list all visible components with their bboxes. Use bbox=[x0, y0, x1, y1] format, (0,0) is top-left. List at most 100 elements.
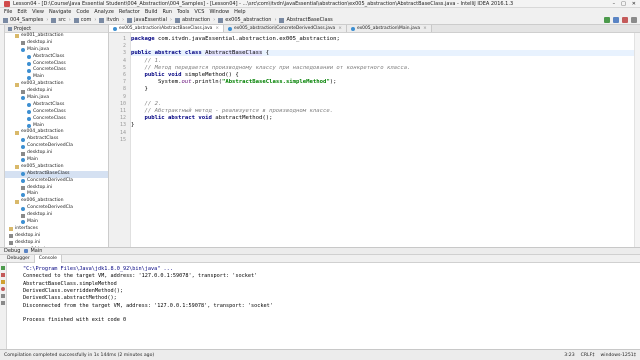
breadcrumb-item[interactable]: abstraction › bbox=[174, 17, 215, 23]
tree-item[interactable]: ConcreteClass bbox=[5, 67, 108, 74]
tree-item[interactable]: desktop.ini bbox=[5, 150, 108, 157]
tree-item[interactable]: ex003_abstraction bbox=[5, 81, 108, 88]
console-tab-console[interactable]: Console bbox=[33, 254, 62, 263]
breadcrumb-item[interactable]: src › bbox=[51, 17, 71, 23]
editor-scrollbar[interactable] bbox=[634, 33, 640, 247]
line-number: 2 bbox=[122, 43, 126, 50]
java-file-icon bbox=[21, 48, 25, 53]
editor-tab[interactable]: ex005_abstraction\ConcreteDerivedClass.j… bbox=[224, 25, 347, 32]
menu-item-edit[interactable]: Edit bbox=[17, 9, 27, 15]
java-file-icon bbox=[21, 96, 25, 101]
tree-item[interactable]: Main.java bbox=[5, 47, 108, 54]
minimize-icon[interactable]: – bbox=[613, 1, 616, 7]
editor-tab[interactable]: ex005_abstraction\Main.java × bbox=[346, 25, 432, 32]
tree-item[interactable]: ConcreteDerivedCla bbox=[5, 205, 108, 212]
window-title: Lesson04 - [D:\Course\Java Essential Stu… bbox=[13, 0, 514, 7]
editor-gutter: 1 2 3 4 5 6 7 8 9 10 11 12 13 14 15 bbox=[109, 33, 131, 247]
tree-item[interactable]: ex001_abstraction bbox=[5, 33, 108, 40]
close-tab-icon[interactable]: × bbox=[215, 26, 219, 31]
search-icon[interactable] bbox=[631, 17, 637, 23]
breadcrumb-item[interactable]: itvdn › bbox=[99, 17, 124, 23]
tree-item[interactable]: ConcreteClass bbox=[5, 116, 108, 123]
breakpoints-icon[interactable] bbox=[1, 287, 5, 291]
resume-icon[interactable] bbox=[1, 266, 5, 270]
debug-tab-label[interactable]: Debug bbox=[4, 248, 20, 254]
tree-item[interactable]: ConcreteClass bbox=[5, 109, 108, 116]
editor-tab[interactable]: ex005_abstraction\AbstractBaseClass.java… bbox=[109, 25, 225, 32]
run-icon[interactable] bbox=[604, 17, 610, 23]
menu-item-window[interactable]: Window bbox=[209, 9, 229, 15]
debug-config-label[interactable]: Main bbox=[30, 248, 42, 254]
line-separator[interactable]: CRLF‡ bbox=[581, 353, 595, 358]
folder-icon bbox=[15, 165, 19, 170]
folder-icon bbox=[51, 17, 57, 23]
folder-icon bbox=[15, 82, 19, 87]
menu-item-build[interactable]: Build bbox=[145, 9, 158, 15]
stop-icon[interactable] bbox=[622, 17, 628, 23]
menu-item-run[interactable]: Run bbox=[162, 9, 172, 15]
menu-item-file[interactable]: File bbox=[4, 9, 12, 15]
menu-item-help[interactable]: Help bbox=[234, 9, 245, 15]
tree-item[interactable]: desktop.ini bbox=[5, 88, 108, 95]
tree-item[interactable]: desktop.ini bbox=[5, 40, 108, 47]
project-panel-header[interactable]: Project bbox=[5, 25, 108, 33]
stop-icon[interactable] bbox=[1, 273, 5, 277]
menu-item-view[interactable]: View bbox=[32, 9, 44, 15]
tree-item-label: AbstractClass bbox=[33, 53, 65, 59]
menu-item-navigate[interactable]: Navigate bbox=[49, 9, 71, 15]
tree-item[interactable]: Main.java bbox=[5, 95, 108, 102]
app-icon bbox=[4, 0, 10, 7]
line-number: 13 bbox=[119, 122, 126, 129]
close-icon[interactable] bbox=[1, 301, 5, 305]
file-icon bbox=[9, 234, 13, 239]
code-token: simpleMethod() { bbox=[184, 72, 239, 78]
tree-item[interactable]: interfaces bbox=[5, 226, 108, 233]
code-line: System.out.println("AbstractBaseClass.si… bbox=[131, 79, 337, 86]
close-icon[interactable]: ✕ bbox=[632, 1, 636, 7]
tree-item[interactable]: AbstractBaseClass bbox=[5, 170, 108, 178]
breadcrumb-item[interactable]: com › bbox=[73, 17, 96, 23]
code-token: // 2. bbox=[131, 100, 162, 107]
line-number: 9 bbox=[122, 93, 126, 100]
settings-icon[interactable] bbox=[1, 294, 5, 298]
close-tab-icon[interactable]: × bbox=[338, 26, 342, 31]
close-tab-icon[interactable]: × bbox=[423, 26, 427, 31]
menu-item-refactor[interactable]: Refactor bbox=[119, 9, 140, 15]
tree-item[interactable]: AbstractClass bbox=[5, 102, 108, 109]
caret-position[interactable]: 3:23 bbox=[564, 353, 574, 358]
console-output[interactable]: "C:\Program Files\Java\jdk1.8.0_92\bin\j… bbox=[7, 263, 640, 349]
breadcrumb-item[interactable]: AbstractBaseClass bbox=[279, 17, 333, 23]
code-token: // Метод передается производному классу … bbox=[131, 64, 411, 71]
breadcrumb-item[interactable]: 004_Samples › bbox=[3, 17, 48, 23]
code-line: public abstract class AbstractBaseClass … bbox=[131, 50, 634, 57]
menu-item-vcs[interactable]: VCS bbox=[194, 9, 204, 15]
debug-icon[interactable] bbox=[613, 17, 619, 23]
breadcrumb-item[interactable]: javaEssential › bbox=[127, 17, 172, 23]
tree-item[interactable]: ex005_abstraction bbox=[5, 164, 108, 171]
tree-item[interactable]: ConcreteDerivedCla bbox=[5, 143, 108, 150]
folder-icon bbox=[15, 199, 19, 204]
console-tab-debugger[interactable]: Debugger bbox=[3, 255, 34, 263]
code-line: package com.itvdn.javaEssential.abstract… bbox=[131, 36, 340, 42]
tree-item[interactable]: AbstractClass bbox=[5, 54, 108, 61]
tree-item[interactable]: ConcreteDerivedCla bbox=[5, 178, 108, 185]
code-token: out bbox=[181, 79, 192, 86]
tree-item-label: desktop.ini bbox=[27, 88, 53, 94]
tree-item[interactable]: desktop.ini bbox=[5, 233, 108, 240]
menu-item-code[interactable]: Code bbox=[76, 9, 89, 15]
code-token: com.itvdn.javaEssential.abstraction.ex00… bbox=[157, 36, 340, 42]
code-editor[interactable]: package com.itvdn.javaEssential.abstract… bbox=[131, 33, 634, 247]
maximize-icon[interactable]: □ bbox=[621, 1, 626, 7]
breadcrumb-item[interactable]: ex005_abstraction › bbox=[218, 17, 276, 23]
menu-item-analyze[interactable]: Analyze bbox=[94, 9, 114, 15]
tree-item[interactable]: desktop.ini bbox=[5, 185, 108, 192]
menu-item-tools[interactable]: Tools bbox=[177, 9, 189, 15]
tree-item[interactable]: Main bbox=[5, 219, 108, 226]
file-encoding[interactable]: windows-1251‡ bbox=[601, 353, 636, 358]
code-token: { bbox=[262, 50, 270, 57]
tree-item[interactable]: Main bbox=[5, 157, 108, 164]
tree-item[interactable]: desktop.ini bbox=[5, 212, 108, 219]
tree-item[interactable]: desktop.ini bbox=[5, 240, 108, 247]
pause-icon[interactable] bbox=[1, 280, 5, 284]
tree-item-label: AbstractBaseClass bbox=[27, 170, 70, 176]
